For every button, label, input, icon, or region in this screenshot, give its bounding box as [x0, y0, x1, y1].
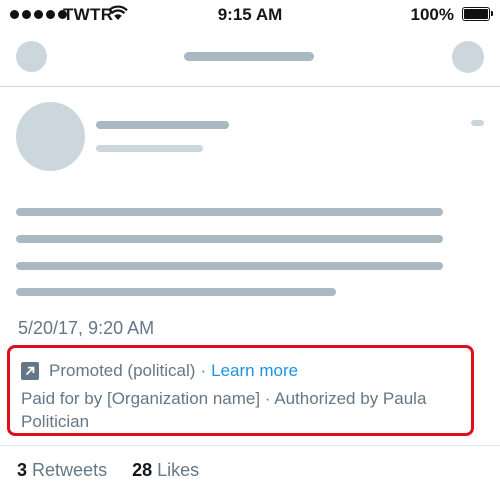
author-handle-placeholder [96, 145, 203, 152]
likes-stat[interactable]: 28 Likes [132, 460, 199, 480]
author-avatar-placeholder[interactable] [16, 102, 85, 171]
signal-dots-icon [10, 10, 67, 19]
tweet-stats: 3 Retweets 28 Likes [17, 460, 199, 481]
tweet-text-line-placeholder [16, 208, 443, 216]
retweets-count: 3 [17, 460, 28, 480]
tweet-text-line-placeholder [16, 235, 443, 243]
carrier-name: TWTR [63, 5, 114, 24]
nav-divider [0, 86, 500, 87]
promoted-label: Promoted (political) [49, 361, 196, 380]
battery-fill [464, 9, 488, 19]
battery-icon [462, 7, 493, 21]
learn-more-link[interactable]: Learn more [211, 361, 298, 381]
likes-count: 28 [132, 460, 153, 480]
promoted-separator: · [200, 361, 207, 380]
tweet-text-line-placeholder [16, 288, 336, 296]
retweets-stat[interactable]: 3 Retweets [17, 460, 107, 480]
status-bar: TWTR 9:15 AM 100% [0, 0, 500, 30]
paid-for-disclosure: Paid for by [Organization name] · Author… [21, 389, 427, 431]
battery-percentage: 100% [410, 5, 454, 24]
promoted-arrow-icon [21, 362, 39, 380]
tweet-text-line-placeholder [16, 262, 443, 270]
author-name-placeholder[interactable] [96, 121, 229, 129]
nav-left-avatar-placeholder[interactable] [16, 41, 47, 72]
tweet-menu-placeholder[interactable] [471, 120, 484, 126]
wifi-icon [108, 5, 128, 26]
promoted-disclosure-box: Promoted (political) · Learn more Paid f… [7, 345, 474, 436]
likes-label: Likes [157, 460, 200, 480]
nav-right-avatar-placeholder[interactable] [452, 41, 484, 73]
stats-divider [0, 445, 500, 446]
promoted-row: Promoted (political) · Learn more [21, 361, 298, 381]
nav-title-placeholder [184, 52, 314, 61]
tweet-timestamp: 5/20/17, 9:20 AM [18, 318, 155, 338]
retweets-label: Retweets [32, 460, 108, 480]
